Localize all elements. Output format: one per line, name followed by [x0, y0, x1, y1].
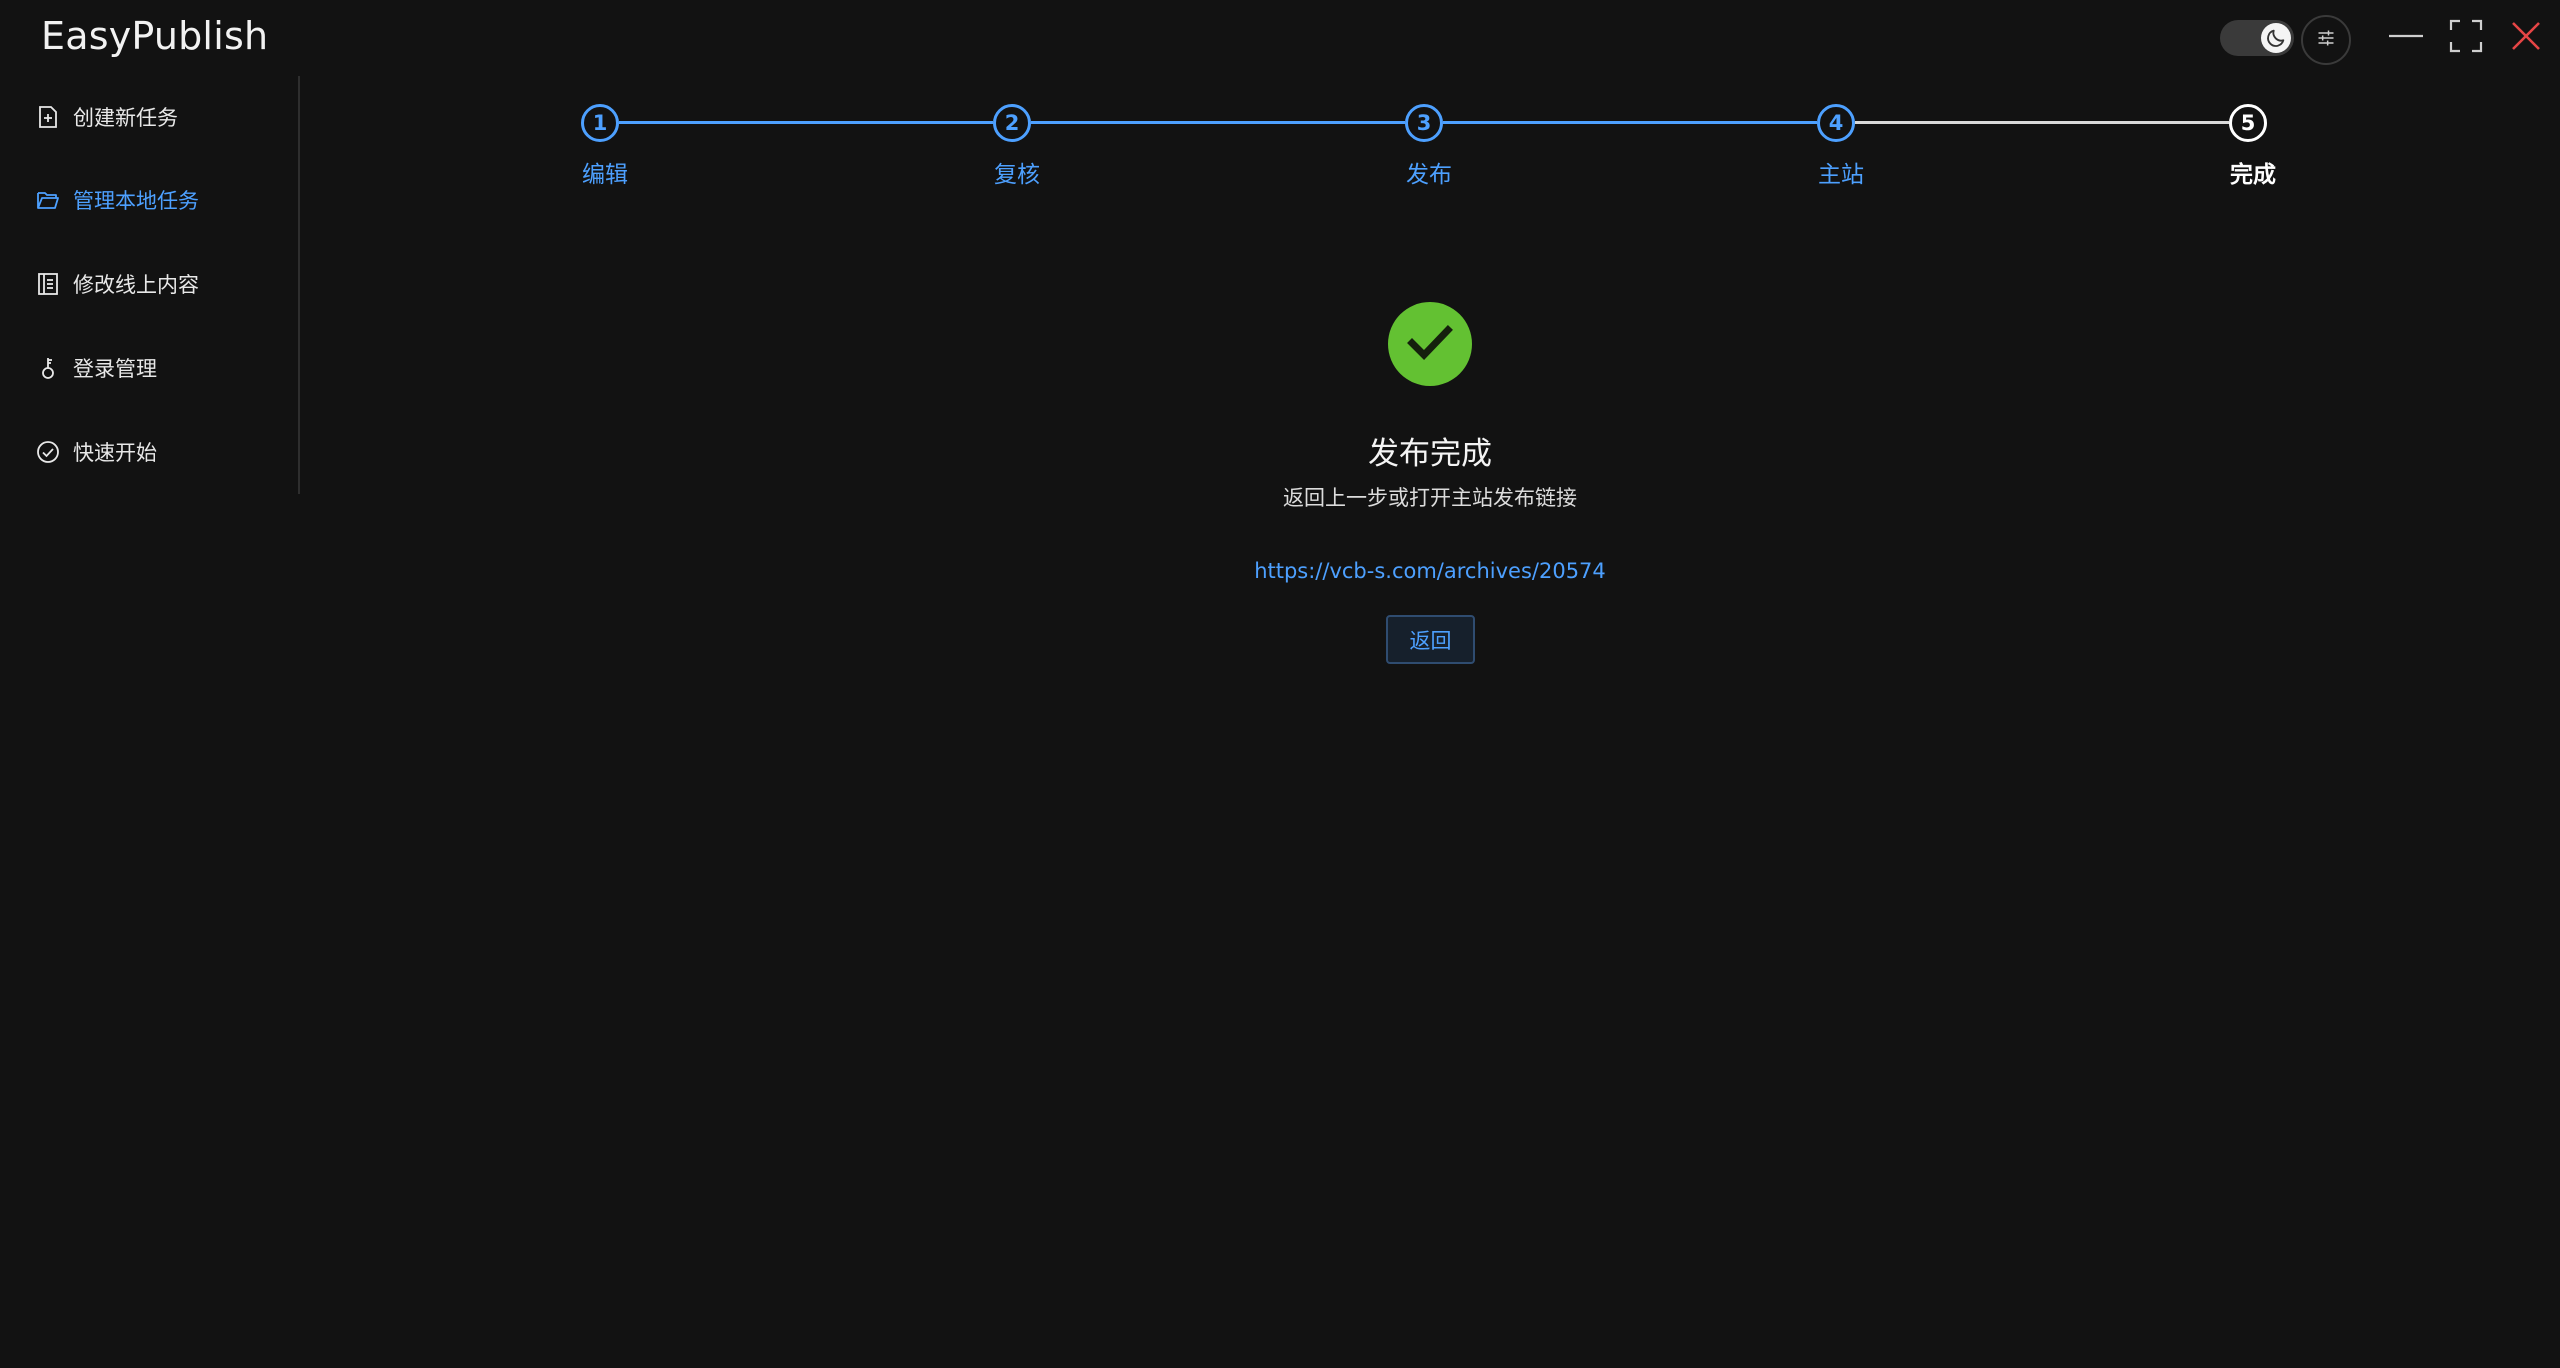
result-description: 返回上一步或打开主站发布链接	[1283, 486, 1577, 510]
sidebar-item-label: 登录管理	[73, 357, 157, 381]
sidebar-item-label: 快速开始	[73, 441, 157, 465]
step-connector	[1031, 121, 1405, 124]
success-icon	[1388, 302, 1472, 386]
check-circle-icon	[36, 440, 60, 464]
document-list-icon	[36, 272, 60, 296]
publish-link[interactable]: https://vcb-s.com/archives/20574	[1130, 559, 1730, 583]
check-icon	[1406, 322, 1454, 366]
sidebar-item-login-management[interactable]: 登录管理	[36, 348, 157, 388]
result-title: 发布完成	[1368, 436, 1492, 472]
sidebar-item-label: 修改线上内容	[73, 273, 199, 297]
step-connector	[619, 121, 993, 124]
step-3-circle[interactable]: 3	[1405, 104, 1443, 142]
step-5-circle: 5	[2229, 104, 2267, 142]
step-1-circle[interactable]: 1	[581, 104, 619, 142]
key-icon	[36, 356, 60, 380]
step-1-label[interactable]: 编辑	[582, 155, 628, 189]
back-button[interactable]: 返回	[1386, 615, 1475, 664]
step-5-label: 完成	[2230, 162, 2276, 188]
step-3-label[interactable]: 发布	[1406, 155, 1452, 189]
sidebar-item-quick-start[interactable]: 快速开始	[36, 432, 157, 472]
step-4-label[interactable]: 主站	[1818, 155, 1864, 189]
step-connector	[1855, 121, 2229, 124]
step-2-label[interactable]: 复核	[994, 155, 1040, 189]
step-connector	[1443, 121, 1817, 124]
steps-progress: 1 编辑 2 复核 3 发布 4 主站 5 完成	[0, 0, 2560, 200]
step-2-circle[interactable]: 2	[993, 104, 1031, 142]
sidebar-item-edit-online-content[interactable]: 修改线上内容	[36, 264, 199, 304]
step-4-circle[interactable]: 4	[1817, 104, 1855, 142]
